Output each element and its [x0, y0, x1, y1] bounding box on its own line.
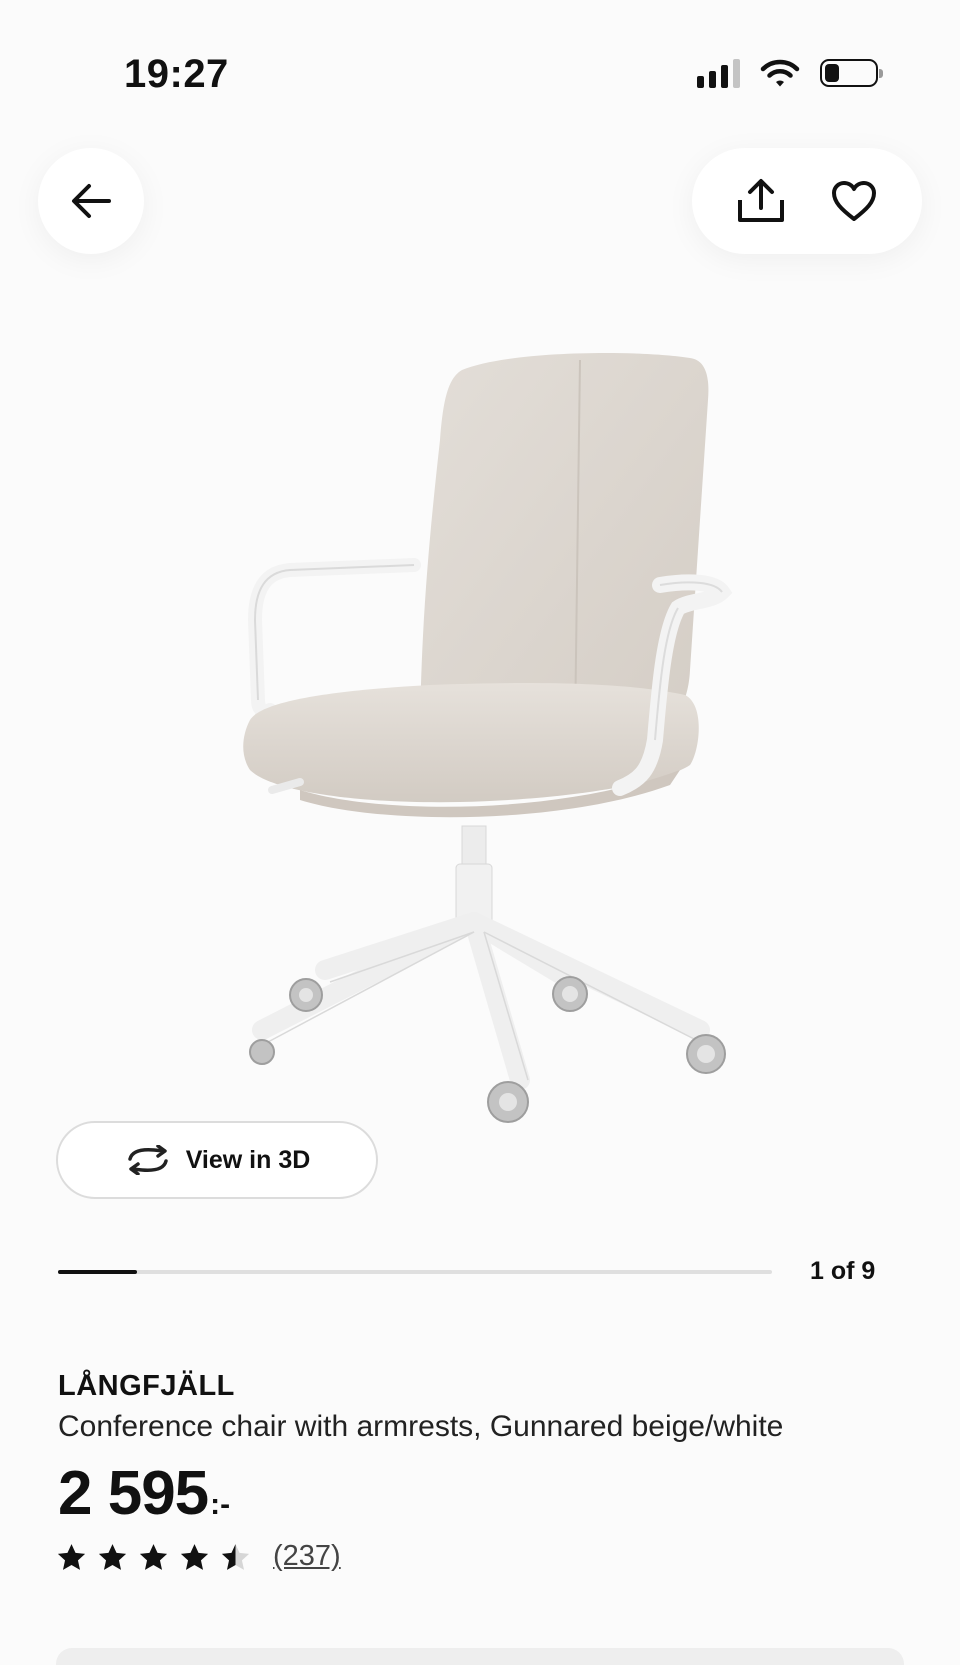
share-button[interactable]: [731, 171, 791, 231]
next-section-card: [56, 1648, 904, 1665]
favorite-button[interactable]: [824, 171, 884, 231]
rating-stars: [56, 1542, 251, 1572]
cellular-signal-icon: [697, 58, 740, 88]
status-icons: [697, 58, 883, 88]
arrow-left-icon: [72, 184, 111, 218]
office-chair-image: [243, 353, 733, 1123]
gallery-progress-fill: [58, 1270, 138, 1274]
review-count-link[interactable]: (237): [273, 1540, 341, 1573]
product-price: 2 595 :-: [58, 1458, 230, 1529]
price-value: 2 595: [58, 1459, 209, 1528]
wifi-icon: [760, 59, 800, 87]
rotate-arrows-icon: [127, 1145, 168, 1175]
back-button[interactable]: [38, 148, 144, 254]
star-full-icon: [180, 1543, 209, 1570]
status-time: 19:27: [124, 52, 229, 96]
status-bar: 19:27: [0, 0, 960, 150]
battery-icon: [820, 59, 883, 87]
product-rating[interactable]: (237): [56, 1540, 341, 1573]
product-image[interactable]: [0, 330, 960, 1210]
share-icon: [737, 179, 784, 222]
battery-level: [825, 64, 840, 82]
view-in-3d-button[interactable]: View in 3D: [56, 1121, 378, 1199]
product-name: LÅNGFJÄLL: [58, 1370, 235, 1402]
price-suffix: :-: [210, 1488, 231, 1521]
star-full-icon: [57, 1543, 86, 1570]
star-full-icon: [98, 1543, 127, 1570]
star-full-icon: [139, 1543, 168, 1570]
header-actions: [692, 148, 922, 254]
gallery-progress-bar[interactable]: [58, 1270, 772, 1274]
product-description: Conference chair with armrests, Gunnared…: [58, 1410, 784, 1443]
star-half-icon: [221, 1543, 250, 1570]
gallery-counter: 1 of 9: [810, 1257, 876, 1285]
view-in-3d-label: View in 3D: [185, 1145, 311, 1174]
heart-icon: [831, 181, 876, 221]
